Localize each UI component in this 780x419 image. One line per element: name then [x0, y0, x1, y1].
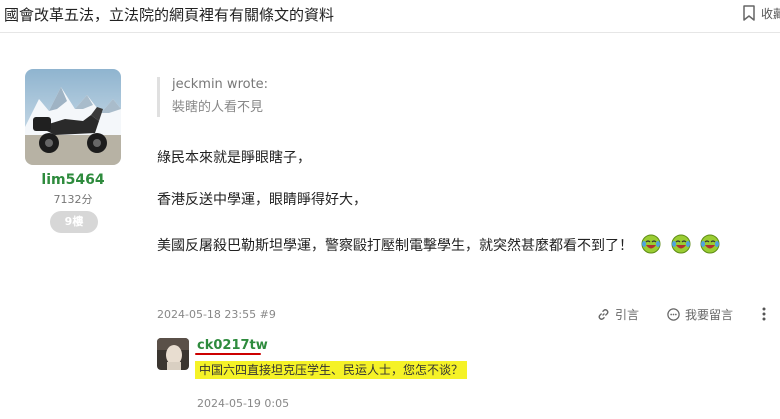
reply-text: 中国六四直接坦克压学生、民运人士，您怎不谈？ [195, 361, 468, 379]
avatar-motorcycle-image [25, 69, 121, 165]
link-icon [598, 309, 609, 320]
bookmark-label: 收藏 [761, 6, 780, 21]
reply-time: 2024-05-19 0:05 [197, 397, 290, 410]
author-score: 7132分 [53, 193, 93, 206]
quote-block: jeckmin wrote: 裝瞎的人看不見 [157, 77, 268, 117]
comment-icon [667, 308, 680, 321]
reply-username[interactable]: ck0217tw [197, 338, 268, 353]
quote-button-label: 引言 [615, 308, 640, 322]
post-paragraph-3-line: 美國反屠殺巴勒斯坦學運，警察毆打壓制電擊學生，就突然甚麼都看不到了！ [157, 233, 721, 255]
red-underline-annotation [195, 353, 261, 355]
reply-button[interactable]: 我要留言 [666, 306, 733, 323]
title-bar: 國會改革五法，立法院的網頁裡有有關條文的資料 收藏 [0, 0, 780, 33]
laughing-tears-icon [641, 234, 661, 254]
quote-author: jeckmin wrote: [172, 77, 269, 92]
avatar[interactable] [25, 69, 121, 165]
quote-button[interactable]: 引言 [596, 306, 639, 323]
laughing-tears-icon [700, 234, 720, 254]
post-meta: 2024-05-18 23:55 #9 [157, 308, 276, 321]
floor-badge: 9樓 [50, 211, 98, 233]
post-paragraph-3: 美國反屠殺巴勒斯坦學運，警察毆打壓制電擊學生，就突然甚麼都看不到了！ [157, 238, 633, 254]
reply-button-label: 我要留言 [685, 308, 734, 322]
thread-title: 國會改革五法，立法院的網頁裡有有關條文的資料 [4, 6, 335, 24]
author-username[interactable]: lim5464 [25, 172, 121, 188]
post-paragraph-1: 綠民本來就是睜眼瞎子， [157, 150, 311, 166]
bookmark-icon [743, 5, 755, 21]
reply-avatar-image [157, 338, 189, 370]
quote-text: 裝瞎的人看不見 [172, 100, 264, 115]
laughing-tears-icon [671, 234, 691, 254]
more-options-icon[interactable] [758, 306, 770, 322]
reply-avatar[interactable] [157, 338, 189, 370]
post-floor-9: lim5464 7132分 9樓 jeckmin wrote: 裝瞎的人看不見 … [0, 33, 780, 419]
bookmark-button[interactable]: 收藏 [742, 4, 780, 22]
post-paragraph-2: 香港反送中學運，眼睛睜得好大， [157, 192, 367, 208]
